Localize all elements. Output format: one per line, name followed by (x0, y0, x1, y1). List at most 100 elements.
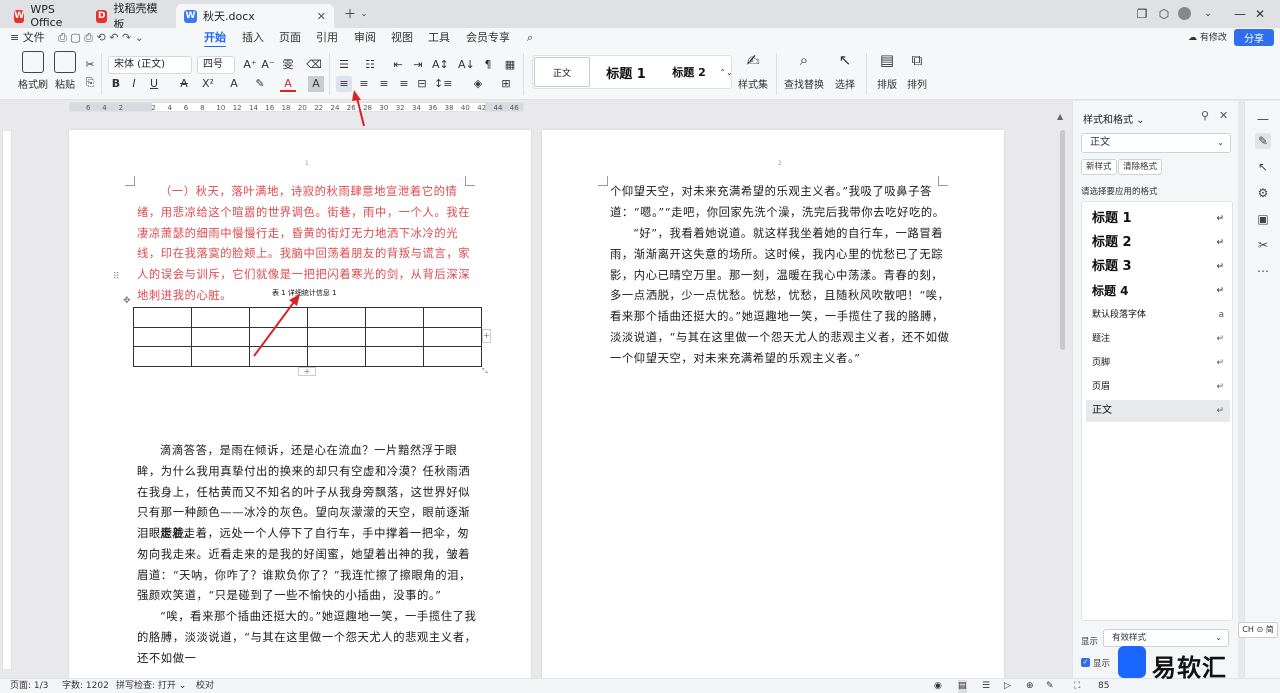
web-view-icon[interactable]: ⊕ (1026, 680, 1034, 693)
select-button[interactable]: ↖ 选择 (830, 51, 860, 91)
close-panel-icon[interactable]: ✕ (1219, 109, 1228, 122)
font-name-select[interactable]: 宋体 (正文) (108, 56, 192, 74)
fit-icon[interactable]: ⛶ (1074, 680, 1080, 693)
style-set-button[interactable]: ✍ 样式集 (736, 51, 770, 91)
style-item-header[interactable]: 页眉 ↵ (1086, 376, 1230, 398)
style-item-heading-3[interactable]: 标题 3 ↵ (1086, 256, 1230, 278)
scroll-up-icon[interactable]: ▲ (1057, 112, 1063, 121)
cube-icon[interactable]: ⬡ (1156, 6, 1172, 22)
italic-icon[interactable]: I (126, 76, 142, 92)
style-item-caption[interactable]: 题注 ↵ (1086, 328, 1230, 350)
style-heading-1[interactable]: 标题 1 (596, 55, 656, 89)
chevron-down-icon[interactable]: ⌄ (1200, 6, 1216, 22)
cut-icon[interactable]: ✂ (82, 57, 98, 73)
window-layout-icon[interactable]: ❐ (1134, 6, 1150, 22)
vertical-ruler[interactable] (2, 130, 12, 670)
format-painter-button[interactable]: 格式刷 (18, 51, 48, 91)
word-count[interactable]: 字数: 1202 (62, 680, 109, 693)
tab-review[interactable]: 审阅 (354, 30, 376, 46)
tab-insert[interactable]: 插入 (242, 30, 264, 46)
layout-button[interactable]: ▤ 排版 (872, 51, 902, 91)
increase-indent-icon[interactable]: ⇥ (410, 57, 426, 73)
find-replace-button[interactable]: ⌕ 查找替换 (784, 51, 824, 91)
style-item-heading-4[interactable]: 标题 4 ↵ (1086, 280, 1230, 302)
arrange-button[interactable]: ⧉ 排列 (902, 51, 932, 91)
settings-sliders-icon[interactable]: ⚙ (1255, 185, 1271, 201)
table-move-icon[interactable]: ✥ (123, 296, 131, 306)
show-select[interactable]: 有效样式 ⌄ (1103, 629, 1229, 647)
tab-references[interactable]: 引用 (316, 30, 338, 46)
spell-check-status[interactable]: 拼写检查: 打开 ⌄ (116, 680, 186, 693)
document-scrollbar[interactable] (1060, 130, 1065, 350)
file-menu[interactable]: ≡ 文件 (10, 30, 45, 46)
page-view-icon[interactable]: ▤ (958, 680, 967, 693)
tab-tools[interactable]: 工具 (428, 30, 450, 46)
add-column-icon[interactable]: + (482, 329, 491, 343)
border-icon[interactable]: ⊞ (498, 76, 514, 92)
tools-icon[interactable]: ✂ (1255, 237, 1271, 253)
table-cell[interactable] (133, 307, 192, 328)
styles-pen-icon[interactable]: ✎ (1255, 133, 1271, 149)
tab-member[interactable]: 会员专享 (466, 30, 510, 46)
minus-icon[interactable]: — (1255, 111, 1271, 127)
font-size-select[interactable]: 四号 (197, 56, 235, 74)
page-2[interactable]: 2 个仰望天空，对未来充满希望的乐观主义者。”我吸了吸鼻子答道：“嗯。”“走吧，… (542, 130, 1004, 678)
tab-home[interactable]: 开始 (204, 30, 226, 48)
paste-button[interactable]: 粘贴 (50, 51, 80, 91)
ime-indicator[interactable]: CH ⊙ 简 (1238, 622, 1278, 638)
new-style-button[interactable]: 新样式 (1081, 159, 1117, 175)
table-cell[interactable] (423, 326, 482, 347)
paragraph[interactable]: “好”，我看着她说道。就这样我坐着她的自行车，一路冒着雨，渐渐离开这失意的场所。… (610, 224, 951, 370)
style-item-heading-1[interactable]: 标题 1 ↵ (1086, 208, 1230, 230)
decrease-indent-icon[interactable]: ⇤ (390, 57, 406, 73)
outline-view-icon[interactable]: ☰ (982, 680, 990, 693)
text-direction-icon[interactable]: A↕ (432, 57, 449, 73)
eye-icon[interactable]: ◉ (934, 680, 942, 693)
table-resize-icon[interactable]: ⤡ (482, 367, 488, 376)
style-gallery-expand-icon[interactable]: ⌃⌄ (718, 65, 734, 81)
avatar[interactable] (1178, 7, 1191, 20)
share-button[interactable]: 分享 (1234, 29, 1274, 46)
search-icon[interactable]: ⌕ (527, 30, 533, 46)
bold-icon[interactable]: B (108, 76, 124, 92)
tab-page[interactable]: 页面 (279, 30, 301, 46)
tab-template[interactable]: D 找稻壳模板 (88, 2, 170, 31)
table-cell[interactable] (133, 326, 192, 347)
tab-document[interactable]: W 秋天.docx ✕ (176, 4, 334, 28)
sort-icon[interactable]: A↓ (458, 57, 475, 73)
show-marks-icon[interactable]: ¶ (480, 57, 496, 73)
underline-icon[interactable]: U (146, 76, 162, 92)
shading-icon[interactable]: ◈ (470, 76, 486, 92)
pin-icon[interactable]: ⚲ (1201, 109, 1209, 122)
show-checkbox[interactable]: ✓ (1081, 658, 1090, 667)
drag-handle-icon[interactable]: ⠿ (113, 272, 120, 282)
justify-icon[interactable]: ≡ (396, 76, 412, 92)
current-style-select[interactable]: 正文 ⌄ (1081, 133, 1231, 153)
table-cell[interactable] (423, 307, 482, 328)
paragraph[interactable]: 走着走着，远处一个人停下了自行车，手中撑着一把伞，匆匆向我走来。近看走来的是我的… (137, 524, 478, 607)
tab-wps-office[interactable]: W WPS Office (6, 3, 86, 29)
style-normal[interactable]: 正文 (534, 57, 590, 87)
select-cursor-icon[interactable]: ↖ (1255, 159, 1271, 175)
play-icon[interactable]: ▷ (1004, 680, 1011, 693)
chevron-down-icon[interactable]: ⌄ (356, 6, 372, 22)
table-border-icon[interactable]: ▦ (502, 57, 518, 73)
clear-format-button[interactable]: 清除格式 (1118, 159, 1163, 175)
tab-view[interactable]: 视图 (391, 30, 413, 46)
close-window-icon[interactable]: ✕ (1252, 6, 1268, 22)
superscript-icon[interactable]: X² (200, 76, 216, 92)
has-edit-status[interactable]: ☁ 有修改 (1188, 30, 1227, 46)
style-heading-2[interactable]: 标题 2 (660, 55, 718, 89)
pen-icon[interactable]: ✎ (1046, 680, 1054, 693)
close-tab-icon[interactable]: ✕ (317, 10, 326, 23)
more-icon[interactable]: ⋯ (1255, 263, 1271, 279)
proofread-button[interactable]: 校对 (196, 680, 214, 693)
page-status[interactable]: 页面: 1/3 (10, 680, 48, 693)
style-item-heading-2[interactable]: 标题 2 ↵ (1086, 232, 1230, 254)
style-item-normal[interactable]: 正文 ↵ (1086, 400, 1230, 422)
paragraph[interactable]: “唉，看来那个插曲还挺大的。”她逗趣地一笑，一手揽住了我的胳膊，淡淡说道，“与其… (137, 607, 478, 669)
line-spacing-icon[interactable]: ↕≡ (434, 76, 452, 92)
strikethrough-icon[interactable]: A (176, 76, 192, 92)
paragraph[interactable]: 个仰望天空，对未来充满希望的乐观主义者。”我吸了吸鼻子答道：“嗯。”“走吧，你回… (610, 182, 951, 224)
style-item-default-font[interactable]: 默认段落字体 a (1086, 304, 1230, 326)
